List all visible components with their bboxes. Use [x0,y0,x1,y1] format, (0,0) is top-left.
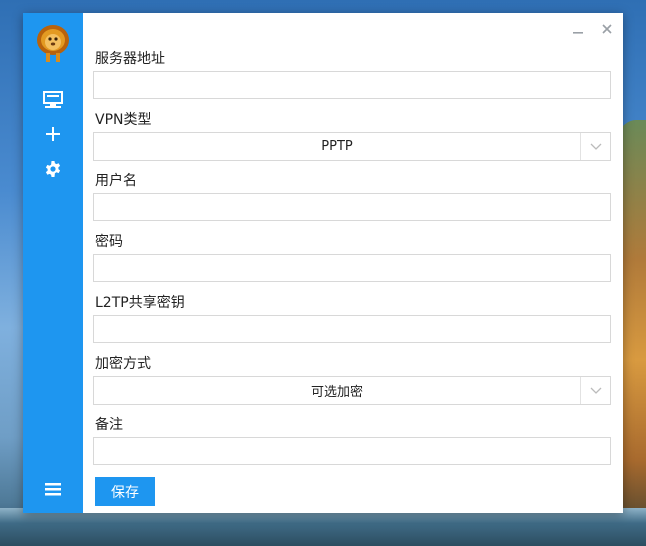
username-label: 用户名 [95,173,137,189]
form-area: 服务器地址 VPN类型 PPTP 用户名 密码 L2TP共享密钥 加密方式 可选… [83,13,623,513]
lion-logo [35,23,71,63]
encryption-select[interactable]: 可选加密 [93,376,611,405]
l2tp-key-label: L2TP共享密钥 [95,295,185,311]
server-input[interactable] [93,71,611,99]
note-label: 备注 [95,417,123,433]
vpn-type-label: VPN类型 [95,112,152,128]
menu-icon[interactable] [38,476,68,502]
password-input[interactable] [93,254,611,282]
vpn-type-value: PPTP [321,139,353,154]
encryption-value: 可选加密 [310,385,363,400]
save-button[interactable]: 保存 [95,477,155,506]
vpn-type-select[interactable]: PPTP [93,132,611,161]
vpn-config-window: 服务器地址 VPN类型 PPTP 用户名 密码 L2TP共享密钥 加密方式 可选… [23,13,623,513]
password-label: 密码 [95,234,123,250]
close-icon[interactable] [597,19,617,39]
minimize-icon[interactable] [568,19,588,39]
l2tp-key-input[interactable] [93,315,611,343]
encryption-label: 加密方式 [95,356,151,372]
monitor-icon[interactable] [38,87,68,113]
server-label: 服务器地址 [95,51,165,67]
chevron-down-icon[interactable] [580,377,610,404]
sidebar [23,13,83,513]
sea-background [0,508,646,546]
plus-icon[interactable] [38,121,68,147]
gear-icon[interactable] [38,156,68,182]
note-input[interactable] [93,437,611,465]
chevron-down-icon[interactable] [580,133,610,160]
username-input[interactable] [93,193,611,221]
